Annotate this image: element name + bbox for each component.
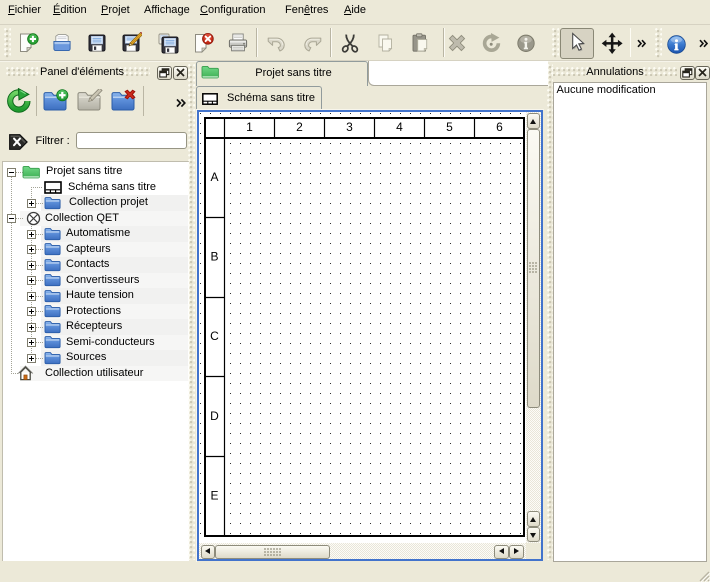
svg-text:4: 4 [396,120,403,134]
svg-text:C: C [210,329,219,343]
svg-text:E: E [210,489,218,503]
svg-text:1: 1 [246,120,253,134]
svg-text:A: A [210,170,218,184]
svg-text:6: 6 [496,120,503,134]
svg-text:B: B [210,250,218,264]
svg-text:3: 3 [346,120,353,134]
svg-text:5: 5 [446,120,453,134]
svg-text:D: D [210,409,219,423]
svg-text:2: 2 [296,120,303,134]
